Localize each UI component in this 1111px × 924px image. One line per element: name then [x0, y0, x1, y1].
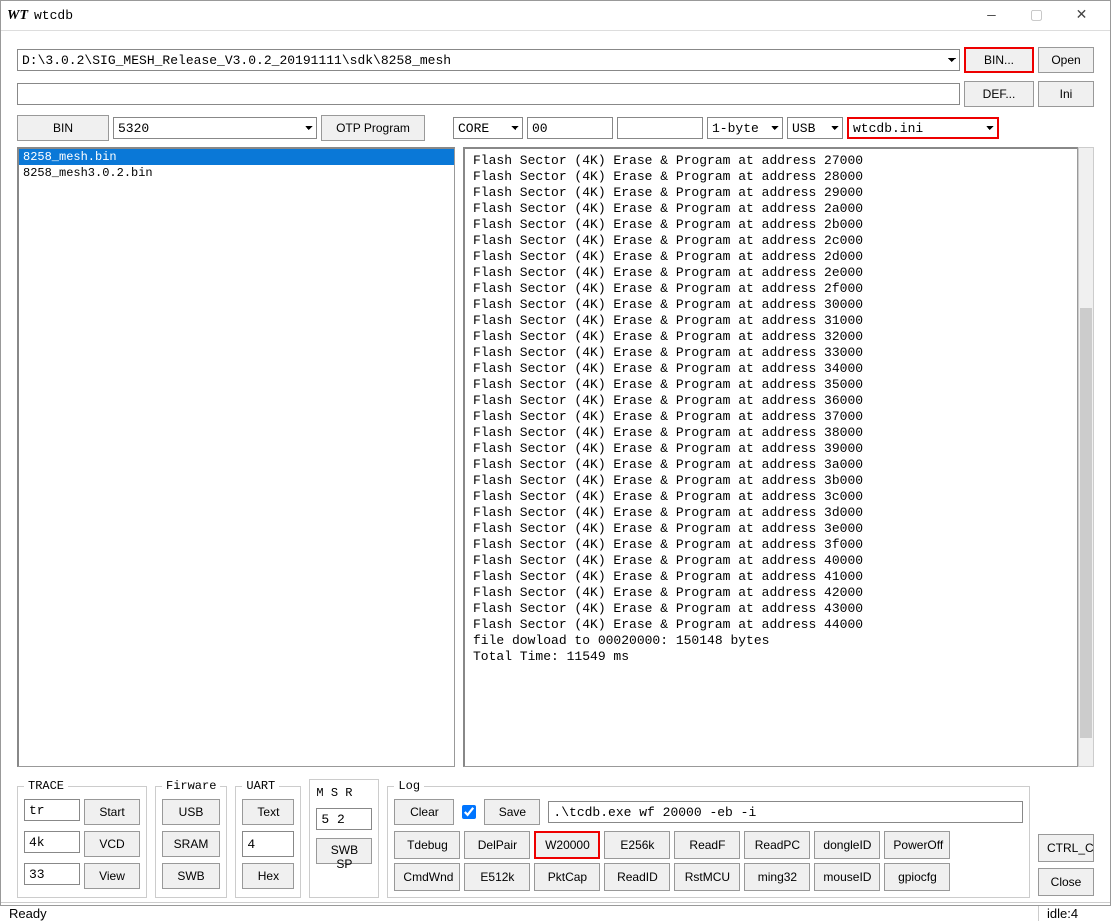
cmd-button-readf[interactable]: ReadF — [674, 831, 740, 859]
open-button[interactable]: Open — [1038, 47, 1094, 73]
firmware-fieldset: Firware USB SRAM SWB — [155, 779, 227, 898]
trace-4k-input[interactable] — [24, 831, 80, 853]
cmd-button-w20000[interactable]: W20000 — [534, 831, 600, 859]
trace-legend: TRACE — [24, 779, 68, 793]
app-icon-text: WT — [7, 8, 28, 24]
file-list-item[interactable]: 8258_mesh.bin — [19, 149, 454, 165]
fw-swb-button[interactable]: SWB — [162, 863, 220, 889]
uart-hex-button[interactable]: Hex — [242, 863, 294, 889]
firmware-legend: Firware — [162, 779, 220, 793]
cmd-button-dongleid[interactable]: dongleID — [814, 831, 880, 859]
msr-header: M S R — [316, 786, 372, 800]
cmd-button-rstmcu[interactable]: RstMCU — [674, 863, 740, 891]
cmd-button-cmdwnd[interactable]: CmdWnd — [394, 863, 460, 891]
def-path-input[interactable] — [17, 83, 960, 105]
uart-text-button[interactable]: Text — [242, 799, 294, 825]
cmd-button-poweroff[interactable]: PowerOff — [884, 831, 950, 859]
status-idle: idle:4 — [1038, 906, 1102, 921]
save-button[interactable]: Save — [484, 799, 540, 825]
fw-sram-button[interactable]: SRAM — [162, 831, 220, 857]
uart-fieldset: UART Text Hex — [235, 779, 301, 898]
file-list[interactable]: 8258_mesh.bin8258_mesh3.0.2.bin — [17, 147, 455, 767]
statusbar: Ready idle:4 — [1, 902, 1110, 924]
ini-select[interactable]: wtcdb.ini — [847, 117, 999, 139]
def-button[interactable]: DEF... — [964, 81, 1034, 107]
trace-start-button[interactable]: Start — [84, 799, 140, 825]
cmd-button-ming32[interactable]: ming32 — [744, 863, 810, 891]
bin-label-button[interactable]: BIN — [17, 115, 109, 141]
cmd-button-pktcap[interactable]: PktCap — [534, 863, 600, 891]
uart-legend: UART — [242, 779, 279, 793]
cmd-button-gpiocfg[interactable]: gpiocfg — [884, 863, 950, 891]
minimize-button[interactable]: — — [969, 2, 1014, 30]
cmd-button-readpc[interactable]: ReadPC — [744, 831, 810, 859]
swb-sp-button[interactable]: SWB SP — [316, 838, 372, 864]
trace-view-button[interactable]: View — [84, 863, 140, 889]
addr-input[interactable] — [527, 117, 613, 139]
bin-select[interactable]: 5320 — [113, 117, 317, 139]
ini-button[interactable]: Ini — [1038, 81, 1094, 107]
maximize-button[interactable]: ▢ — [1014, 2, 1059, 30]
clear-button[interactable]: Clear — [394, 799, 454, 825]
close-window-button[interactable]: ✕ — [1059, 2, 1104, 30]
trace-fieldset: TRACE Start VCD View — [17, 779, 147, 898]
byte-select[interactable]: 1-byte — [707, 117, 783, 139]
extra-input[interactable] — [617, 117, 703, 139]
otp-program-button[interactable]: OTP Program — [321, 115, 425, 141]
log-checkbox[interactable] — [462, 805, 476, 819]
msr-box: M S R SWB SP — [309, 779, 379, 898]
window-title: wtcdb — [34, 8, 969, 23]
scrollbar[interactable] — [1078, 147, 1094, 767]
trace-vcd-button[interactable]: VCD — [84, 831, 140, 857]
ctrl-c-button[interactable]: CTRL_C — [1038, 834, 1094, 862]
log-legend: Log — [394, 779, 424, 793]
file-list-item[interactable]: 8258_mesh3.0.2.bin — [19, 165, 454, 181]
close-button[interactable]: Close — [1038, 868, 1094, 896]
cmd-input[interactable] — [548, 801, 1023, 823]
path-combo[interactable]: D:\3.0.2\SIG_MESH_Release_V3.0.2_2019111… — [17, 49, 960, 71]
cmd-button-readid[interactable]: ReadID — [604, 863, 670, 891]
titlebar: WT wtcdb — ▢ ✕ — [1, 1, 1110, 31]
cmd-button-mouseid[interactable]: mouseID — [814, 863, 880, 891]
cmd-button-e512k[interactable]: E512k — [464, 863, 530, 891]
log-fieldset: Log Clear Save TdebugDelPairW20000E256kR… — [387, 779, 1030, 898]
scroll-thumb[interactable] — [1080, 308, 1092, 738]
uart-4-input[interactable] — [242, 831, 294, 857]
trace-tr-input[interactable] — [24, 799, 80, 821]
cmd-button-tdebug[interactable]: Tdebug — [394, 831, 460, 859]
cmd-button-e256k[interactable]: E256k — [604, 831, 670, 859]
cmd-button-delpair[interactable]: DelPair — [464, 831, 530, 859]
msr-input[interactable] — [316, 808, 372, 830]
status-ready: Ready — [9, 906, 1038, 921]
bin-button[interactable]: BIN... — [964, 47, 1034, 73]
fw-usb-button[interactable]: USB — [162, 799, 220, 825]
log-pane: Flash Sector (4K) Erase & Program at add… — [463, 147, 1078, 767]
trace-33-input[interactable] — [24, 863, 80, 885]
conn-select[interactable]: USB — [787, 117, 843, 139]
core-select[interactable]: CORE — [453, 117, 523, 139]
